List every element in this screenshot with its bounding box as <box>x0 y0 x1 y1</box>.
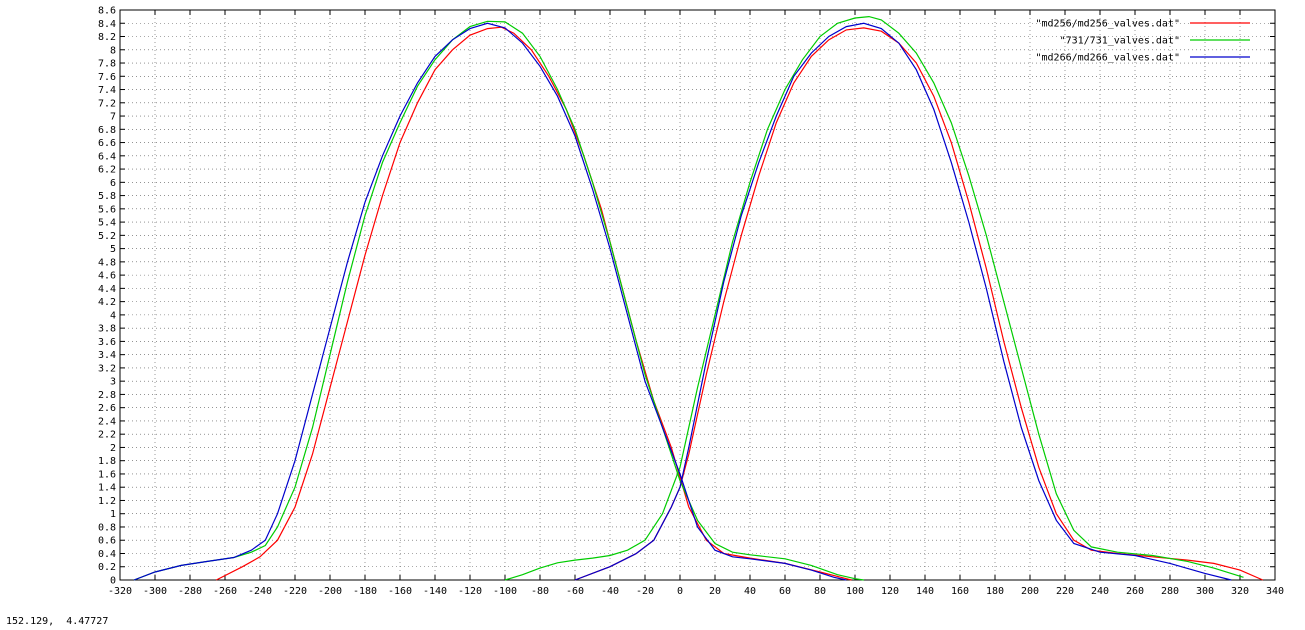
legend-label: "md266/md266_valves.dat" <box>1036 53 1181 64</box>
y-tick-label: 6.6 <box>98 138 116 149</box>
y-tick-label: 5.2 <box>98 231 116 242</box>
y-tick-label: 3.4 <box>98 350 116 361</box>
y-tick-label: 3.8 <box>98 324 116 335</box>
y-tick-label: 2.4 <box>98 416 116 427</box>
y-tick-label: 6 <box>110 178 116 189</box>
y-tick-label: 0 <box>110 576 116 587</box>
x-tick-label: -260 <box>213 586 237 597</box>
y-tick-label: 2.2 <box>98 430 116 441</box>
y-tick-label: 3 <box>110 377 116 388</box>
x-tick-label: -60 <box>566 586 584 597</box>
y-tick-label: 6.2 <box>98 165 116 176</box>
x-tick-label: 180 <box>986 586 1004 597</box>
y-tick-label: 4.4 <box>98 284 116 295</box>
series-line <box>504 15 1244 581</box>
y-tick-label: 8 <box>110 45 116 56</box>
y-tick-label: 5.8 <box>98 191 116 202</box>
x-tick-label: -100 <box>493 586 517 597</box>
x-tick-label: 340 <box>1266 586 1284 597</box>
x-tick-label: -20 <box>636 586 654 597</box>
tick-marks <box>119 9 1276 581</box>
x-tick-label: -200 <box>318 586 342 597</box>
y-tick-label: 7 <box>110 112 116 123</box>
y-tick-label: 2.6 <box>98 403 116 414</box>
y-tick-label: 4.8 <box>98 257 116 268</box>
cursor-coordinates: 152.129, 4.47727 <box>6 616 109 627</box>
x-tick-label: 140 <box>916 586 934 597</box>
y-tick-label: 5.6 <box>98 204 116 215</box>
x-tick-label: 20 <box>709 586 721 597</box>
y-tick-label: 7.6 <box>98 72 116 83</box>
x-tick-label: 260 <box>1126 586 1144 597</box>
y-tick-label: 0.8 <box>98 522 116 533</box>
x-tick-label: -320 <box>108 586 132 597</box>
x-tick-label: -160 <box>388 586 412 597</box>
y-axis-labels: 0 0.2 0.4 0.6 0.8 1 1.2 1.4 1.6 1.8 2 2.2 2.4 2.6 2.8 3… <box>98 6 116 587</box>
x-tick-label: -280 <box>178 586 202 597</box>
y-tick-label: 1.2 <box>98 496 116 507</box>
y-tick-label: 2.8 <box>98 390 116 401</box>
x-tick-label: 80 <box>814 586 826 597</box>
y-tick-label: 3.6 <box>98 337 116 348</box>
x-tick-label: 200 <box>1021 586 1039 597</box>
x-tick-label: -80 <box>531 586 549 597</box>
y-tick-label: 7.4 <box>98 85 116 96</box>
x-tick-label: -140 <box>423 586 447 597</box>
y-tick-label: 2 <box>110 443 116 454</box>
x-tick-label: -240 <box>248 586 272 597</box>
y-tick-label: 4 <box>110 310 116 321</box>
y-tick-label: 0.2 <box>98 562 116 573</box>
y-tick-label: 8.4 <box>98 19 116 30</box>
y-tick-label: 1 <box>110 509 116 520</box>
x-tick-label: 300 <box>1196 586 1214 597</box>
y-tick-label: 7.2 <box>98 98 116 109</box>
y-tick-label: 0.6 <box>98 536 116 547</box>
x-tick-label: 120 <box>881 586 899 597</box>
x-tick-label: -40 <box>601 586 619 597</box>
y-tick-label: 4.6 <box>98 271 116 282</box>
series-line <box>216 26 852 581</box>
y-tick-label: 5 <box>110 244 116 255</box>
series-line <box>133 20 864 581</box>
x-tick-label: 0 <box>677 586 683 597</box>
y-tick-label: 1.6 <box>98 469 116 480</box>
x-tick-label: 40 <box>744 586 756 597</box>
y-tick-label: 6.4 <box>98 151 116 162</box>
x-tick-label: 60 <box>779 586 791 597</box>
x-tick-label: 220 <box>1056 586 1074 597</box>
plot-border <box>119 9 1276 581</box>
y-tick-label: 1.4 <box>98 483 116 494</box>
x-tick-label: 240 <box>1091 586 1109 597</box>
x-tick-label: -220 <box>283 586 307 597</box>
y-tick-label: 6.8 <box>98 125 116 136</box>
y-tick-label: 7.8 <box>98 59 116 70</box>
y-tick-label: 4.2 <box>98 297 116 308</box>
y-tick-label: 1.8 <box>98 456 116 467</box>
series-line <box>574 27 1264 581</box>
x-tick-label: 320 <box>1231 586 1249 597</box>
x-tick-label: 100 <box>846 586 864 597</box>
y-tick-label: 0.4 <box>98 549 116 560</box>
x-tick-label: -180 <box>353 586 377 597</box>
x-tick-label: 160 <box>951 586 969 597</box>
y-tick-label: 5.4 <box>98 218 116 229</box>
y-tick-label: 3.2 <box>98 363 116 374</box>
legend-label: "md256/md256_valves.dat" <box>1036 19 1181 30</box>
x-axis-labels: -320 -300 -280 -260 -240 -220 -200 -180 -160 -140… <box>108 586 1284 597</box>
legend-label: "731/731_valves.dat" <box>1060 36 1180 47</box>
chart: 0 0.2 0.4 0.6 0.8 1 1.2 1.4 1.6 1.8 2 2.2 2.4 2.6 2.8 3… <box>98 6 1284 598</box>
x-tick-label: 280 <box>1161 586 1179 597</box>
grid <box>120 10 1275 580</box>
y-tick-label: 8.6 <box>98 6 116 17</box>
y-tick-label: 8.2 <box>98 32 116 43</box>
x-tick-label: -300 <box>143 586 167 597</box>
series-lines <box>133 15 1264 581</box>
legend: "md256/md256_valves.dat" "731/731_valves.… <box>1036 19 1250 64</box>
x-tick-label: -120 <box>458 586 482 597</box>
